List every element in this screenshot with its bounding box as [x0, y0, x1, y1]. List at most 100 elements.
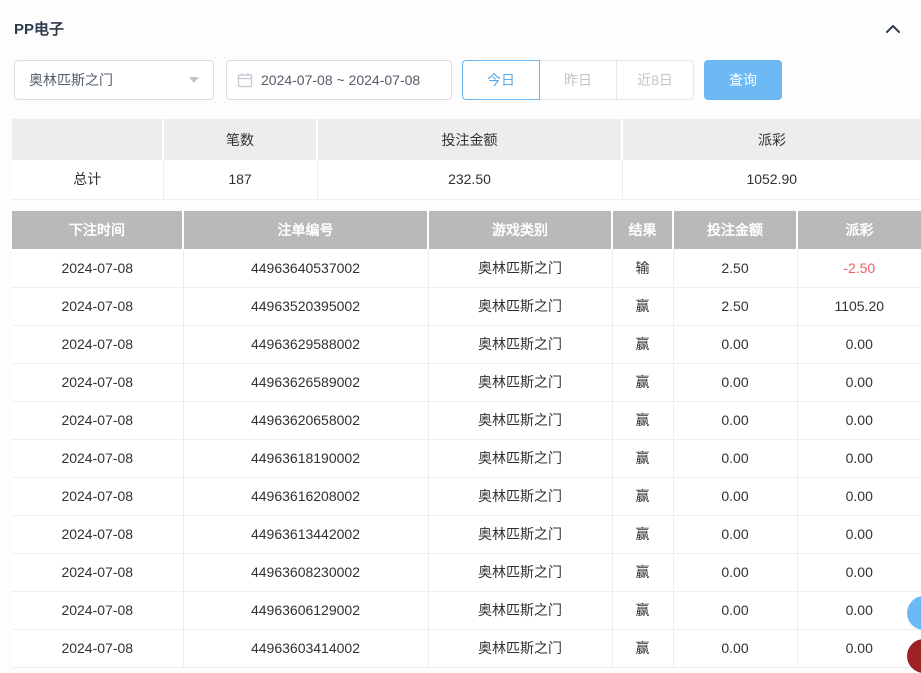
game-type-cell: 奥林匹斯之门	[428, 591, 612, 629]
result-cell: 赢	[612, 477, 673, 515]
records-header-bet-time: 下注时间	[12, 211, 183, 249]
bet-id-cell: 44963520395002	[183, 287, 428, 325]
result-cell: 输	[612, 249, 673, 287]
bet-time-cell: 2024-07-08	[12, 287, 183, 325]
bet-id-cell: 44963608230002	[183, 553, 428, 591]
result-cell: 赢	[612, 591, 673, 629]
payout-cell: -2.50	[797, 249, 921, 287]
result-cell: 赢	[612, 363, 673, 401]
payout-cell: 0.00	[797, 477, 921, 515]
bet-time-cell: 2024-07-08	[12, 591, 183, 629]
bet-amount-cell: 0.00	[673, 515, 797, 553]
bet-time-cell: 2024-07-08	[12, 325, 183, 363]
result-cell: 赢	[612, 515, 673, 553]
date-range-value: 2024-07-08 ~ 2024-07-08	[261, 72, 420, 88]
bet-time-cell: 2024-07-08	[12, 401, 183, 439]
chevron-up-icon	[885, 23, 901, 38]
game-type-cell: 奥林匹斯之门	[428, 325, 612, 363]
bet-amount-cell: 2.50	[673, 249, 797, 287]
game-type-cell: 奥林匹斯之门	[428, 629, 612, 667]
filter-last8days-button[interactable]: 近8日	[616, 60, 694, 100]
date-range-picker[interactable]: 2024-07-08 ~ 2024-07-08	[226, 60, 452, 100]
records-header-row: 下注时间 注单编号 游戏类别 结果 投注金额 派彩	[12, 211, 921, 249]
bet-amount-cell: 0.00	[673, 401, 797, 439]
payout-cell: 0.00	[797, 629, 921, 667]
collapse-section-button[interactable]	[883, 21, 903, 37]
records-header-bet-id: 注单编号	[183, 211, 428, 249]
payout-cell: 0.00	[797, 439, 921, 477]
payout-cell: 0.00	[797, 553, 921, 591]
bet-id-cell: 44963606129002	[183, 591, 428, 629]
result-cell: 赢	[612, 287, 673, 325]
bet-time-cell: 2024-07-08	[12, 439, 183, 477]
bet-id-cell: 44963616208002	[183, 477, 428, 515]
result-cell: 赢	[612, 553, 673, 591]
bet-amount-cell: 0.00	[673, 439, 797, 477]
records-header-result: 结果	[612, 211, 673, 249]
bet-time-cell: 2024-07-08	[12, 629, 183, 667]
bet-id-cell: 44963626589002	[183, 363, 428, 401]
bet-id-cell: 44963620658002	[183, 401, 428, 439]
result-cell: 赢	[612, 401, 673, 439]
bet-amount-cell: 0.00	[673, 325, 797, 363]
bet-amount-cell: 0.00	[673, 553, 797, 591]
table-row: 2024-07-08 44963640537002 奥林匹斯之门 输 2.50 …	[12, 249, 921, 287]
table-row: 2024-07-08 44963626589002 奥林匹斯之门 赢 0.00 …	[12, 363, 921, 401]
game-select-value: 奥林匹斯之门	[29, 70, 113, 90]
bet-amount-cell: 0.00	[673, 629, 797, 667]
game-type-cell: 奥林匹斯之门	[428, 515, 612, 553]
bet-time-cell: 2024-07-08	[12, 553, 183, 591]
game-type-cell: 奥林匹斯之门	[428, 287, 612, 325]
game-type-cell: 奥林匹斯之门	[428, 363, 612, 401]
summary-header-empty	[12, 119, 163, 160]
bet-time-cell: 2024-07-08	[12, 249, 183, 287]
records-table: 下注时间 注单编号 游戏类别 结果 投注金额 派彩 2024-07-08 449…	[12, 211, 921, 668]
summary-header-row: 笔数 投注金额 派彩	[12, 119, 921, 160]
calendar-icon	[237, 72, 253, 88]
chevron-down-icon	[189, 77, 199, 83]
table-row: 2024-07-08 44963629588002 奥林匹斯之门 赢 0.00 …	[12, 325, 921, 363]
summary-total-payout: 1052.90	[622, 160, 921, 199]
records-table-body: 2024-07-08 44963640537002 奥林匹斯之门 输 2.50 …	[12, 249, 921, 667]
records-header-payout: 派彩	[797, 211, 921, 249]
payout-cell: 1105.20	[797, 287, 921, 325]
summary-header-count: 笔数	[163, 119, 317, 160]
bet-amount-cell: 0.00	[673, 363, 797, 401]
payout-cell: 0.00	[797, 401, 921, 439]
bet-id-cell: 44963603414002	[183, 629, 428, 667]
game-type-cell: 奥林匹斯之门	[428, 249, 612, 287]
bet-time-cell: 2024-07-08	[12, 477, 183, 515]
game-type-cell: 奥林匹斯之门	[428, 477, 612, 515]
table-row: 2024-07-08 44963520395002 奥林匹斯之门 赢 2.50 …	[12, 287, 921, 325]
table-row: 2024-07-08 44963616208002 奥林匹斯之门 赢 0.00 …	[12, 477, 921, 515]
game-type-cell: 奥林匹斯之门	[428, 439, 612, 477]
result-cell: 赢	[612, 439, 673, 477]
bet-amount-cell: 2.50	[673, 287, 797, 325]
filter-toolbar: 奥林匹斯之门 2024-07-08 ~ 2024-07-08 今日 昨日 近8日…	[14, 60, 782, 100]
payout-cell: 0.00	[797, 515, 921, 553]
quick-filter-group: 今日 昨日 近8日	[462, 60, 694, 100]
table-row: 2024-07-08 44963620658002 奥林匹斯之门 赢 0.00 …	[12, 401, 921, 439]
table-row: 2024-07-08 44963603414002 奥林匹斯之门 赢 0.00 …	[12, 629, 921, 667]
table-row: 2024-07-08 44963606129002 奥林匹斯之门 赢 0.00 …	[12, 591, 921, 629]
filter-yesterday-button[interactable]: 昨日	[539, 60, 617, 100]
bet-time-cell: 2024-07-08	[12, 363, 183, 401]
game-select[interactable]: 奥林匹斯之门	[14, 60, 214, 100]
bet-id-cell: 44963618190002	[183, 439, 428, 477]
payout-cell: 0.00	[797, 591, 921, 629]
query-button[interactable]: 查询	[704, 60, 782, 100]
game-type-cell: 奥林匹斯之门	[428, 553, 612, 591]
payout-cell: 0.00	[797, 325, 921, 363]
summary-total-row: 总计 187 232.50 1052.90	[12, 160, 921, 199]
filter-today-button[interactable]: 今日	[462, 60, 540, 100]
result-cell: 赢	[612, 629, 673, 667]
table-row: 2024-07-08 44963613442002 奥林匹斯之门 赢 0.00 …	[12, 515, 921, 553]
game-type-cell: 奥林匹斯之门	[428, 401, 612, 439]
page-title: PP电子	[14, 18, 64, 39]
summary-total-bet-amount: 232.50	[317, 160, 622, 199]
bet-id-cell: 44963640537002	[183, 249, 428, 287]
summary-header-payout: 派彩	[622, 119, 921, 160]
bet-amount-cell: 0.00	[673, 477, 797, 515]
result-cell: 赢	[612, 325, 673, 363]
section-header: PP电子	[14, 18, 903, 39]
